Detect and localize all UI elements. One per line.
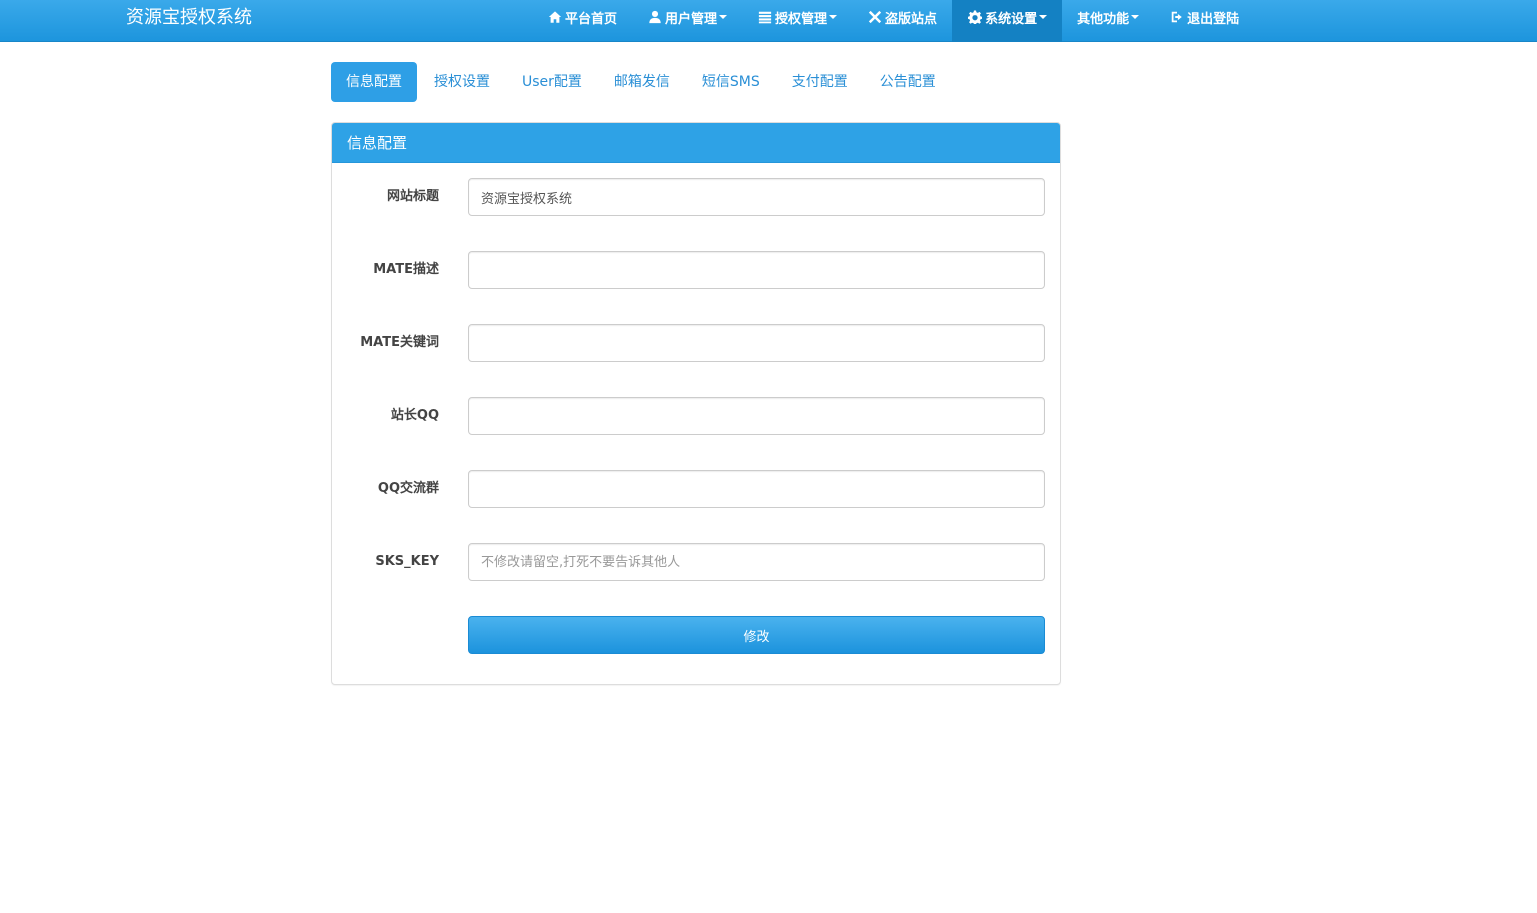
nav-item-label: 用户管理 bbox=[665, 11, 718, 27]
nav-item-label: 退出登陆 bbox=[1187, 11, 1240, 27]
site-title-input[interactable] bbox=[468, 178, 1045, 216]
field-label: SKS_KEY bbox=[375, 554, 439, 569]
caret-down-icon bbox=[719, 15, 728, 19]
home-icon bbox=[547, 10, 562, 25]
field-label: 网站标题 bbox=[386, 189, 439, 204]
form-row-site-title: 网站标题 bbox=[332, 178, 1060, 216]
nav-item-pirate-sites[interactable]: 盗版站点 bbox=[852, 0, 952, 34]
nav-item-label: 盗版站点 bbox=[885, 11, 938, 27]
close-icon bbox=[867, 10, 882, 25]
brand-title[interactable]: 资源宝授权系统 bbox=[126, 5, 252, 31]
list-icon bbox=[757, 10, 772, 25]
caret-down-icon bbox=[829, 15, 838, 19]
info-config-panel: 信息配置 网站标题 MATE描述 MATE关键词 站长QQ QQ交流群 SKS_… bbox=[331, 122, 1061, 685]
settings-tabs: 信息配置 授权设置 User配置 邮箱发信 短信SMS 支付配置 公告配置 bbox=[331, 62, 953, 102]
nav-item-other-functions[interactable]: 其他功能 bbox=[1062, 0, 1154, 34]
nav-item-home[interactable]: 平台首页 bbox=[532, 0, 632, 34]
nav-item-label: 平台首页 bbox=[565, 11, 618, 27]
tab-email[interactable]: 邮箱发信 bbox=[599, 62, 685, 102]
meta-description-input[interactable] bbox=[468, 251, 1045, 289]
form-row-admin-qq: 站长QQ bbox=[332, 397, 1060, 435]
field-label: QQ交流群 bbox=[377, 481, 439, 496]
form-row-sks-key: SKS_KEY bbox=[332, 543, 1060, 581]
form-row-meta-description: MATE描述 bbox=[332, 251, 1060, 289]
field-label: MATE关键词 bbox=[360, 335, 439, 350]
field-label: 站长QQ bbox=[390, 408, 439, 423]
nav-item-license-management[interactable]: 授权管理 bbox=[742, 0, 852, 34]
nav-item-system-settings[interactable]: 系统设置 bbox=[952, 0, 1063, 42]
form-row-qq-group: QQ交流群 bbox=[332, 470, 1060, 508]
sks-key-input[interactable] bbox=[468, 543, 1045, 581]
nav-item-user-management[interactable]: 用户管理 bbox=[632, 0, 742, 34]
main-nav: 平台首页 用户管理 授权管理 盗版站点 系统设置 其他功能 退出登陆 bbox=[532, 0, 1254, 42]
field-label: MATE描述 bbox=[373, 262, 439, 277]
nav-item-label: 其他功能 bbox=[1077, 11, 1130, 27]
caret-down-icon bbox=[1039, 15, 1048, 19]
tab-sms[interactable]: 短信SMS bbox=[687, 62, 775, 102]
admin-qq-input[interactable] bbox=[468, 397, 1045, 435]
submit-button[interactable]: 修改 bbox=[468, 616, 1045, 654]
caret-down-icon bbox=[1131, 15, 1140, 19]
meta-keywords-input[interactable] bbox=[468, 324, 1045, 362]
top-navbar: 资源宝授权系统 平台首页 用户管理 授权管理 盗版站点 系统设置 其他功能 退出… bbox=[0, 0, 1537, 42]
tab-announcement-config[interactable]: 公告配置 bbox=[865, 62, 951, 102]
gear-icon bbox=[967, 10, 982, 25]
panel-title: 信息配置 bbox=[332, 123, 1060, 163]
tab-payment-config[interactable]: 支付配置 bbox=[777, 62, 863, 102]
nav-item-label: 授权管理 bbox=[775, 11, 828, 27]
user-icon bbox=[647, 10, 662, 25]
nav-item-logout[interactable]: 退出登陆 bbox=[1154, 0, 1254, 34]
tab-license-settings[interactable]: 授权设置 bbox=[419, 62, 505, 102]
nav-item-label: 系统设置 bbox=[985, 11, 1038, 27]
logout-icon bbox=[1169, 10, 1184, 25]
qq-group-input[interactable] bbox=[468, 470, 1045, 508]
tab-user-config[interactable]: User配置 bbox=[507, 62, 597, 102]
tab-info-config[interactable]: 信息配置 bbox=[331, 62, 417, 102]
form-row-meta-keywords: MATE关键词 bbox=[332, 324, 1060, 362]
